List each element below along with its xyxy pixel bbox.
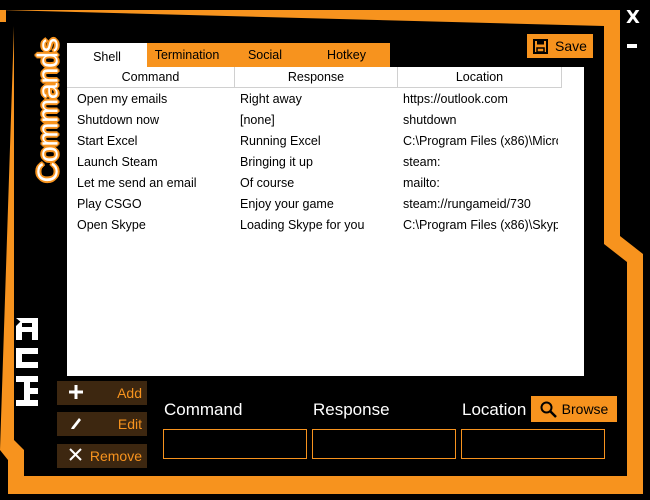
pencil-icon <box>71 418 81 429</box>
table-row[interactable]: Open Skype Loading Skype for you C:\Prog… <box>67 215 584 236</box>
cell-response: [none] <box>240 113 275 127</box>
commands-table: Command Response Location Open my emails… <box>67 67 584 376</box>
cell-response: Loading Skype for you <box>240 218 365 232</box>
browse-button[interactable]: Browse <box>531 396 617 422</box>
plus-icon <box>69 385 83 399</box>
edit-button-label: Edit <box>117 416 142 432</box>
save-button[interactable]: Save <box>526 33 594 59</box>
cell-location: C:\Program Files (x86)\Skype <box>403 218 558 232</box>
column-header-location[interactable]: Location <box>398 67 562 88</box>
search-icon <box>540 401 557 418</box>
tab-bar: Shell Termination Social Hotkey <box>67 43 390 70</box>
cell-response: Right away <box>240 92 302 106</box>
cell-command: Start Excel <box>77 134 138 148</box>
save-button-label: Save <box>555 38 587 54</box>
location-input[interactable] <box>461 429 605 459</box>
close-icon[interactable]: X <box>626 9 640 27</box>
x-icon <box>69 448 82 461</box>
cell-location: C:\Program Files (x86)\Micro <box>403 134 558 148</box>
command-label: Command <box>164 400 243 419</box>
table-row[interactable]: Play CSGO Enjoy your game steam://rungam… <box>67 194 584 215</box>
tab-hotkey[interactable]: Hotkey <box>303 43 390 67</box>
edit-button[interactable]: Edit <box>57 412 147 436</box>
tab-termination[interactable]: Termination <box>147 43 227 67</box>
remove-button[interactable]: Remove <box>57 444 147 468</box>
cell-location: steam: <box>403 155 441 169</box>
cell-response: Running Excel <box>240 134 321 148</box>
table-row[interactable]: Start Excel Running Excel C:\Program Fil… <box>67 131 584 152</box>
cell-response: Bringing it up <box>240 155 313 169</box>
tab-shell[interactable]: Shell <box>67 43 147 70</box>
add-button-label: Add <box>117 385 142 401</box>
cell-location: steam://rungameid/730 <box>403 197 531 211</box>
table-row[interactable]: Let me send an email Of course mailto: <box>67 173 584 194</box>
tab-social[interactable]: Social <box>227 43 303 67</box>
location-label: Location <box>462 400 527 419</box>
brand-logo <box>16 318 38 406</box>
page-title: Commands <box>32 37 65 183</box>
table-row[interactable]: Launch Steam Bringing it up steam: <box>67 152 584 173</box>
cell-location: mailto: <box>403 176 440 190</box>
cell-response: Of course <box>240 176 295 190</box>
cell-response: Enjoy your game <box>240 197 334 211</box>
cell-location: shutdown <box>403 113 457 127</box>
cell-command: Shutdown now <box>77 113 160 127</box>
cell-command: Open Skype <box>77 218 146 232</box>
floppy-disk-icon <box>533 38 549 54</box>
cell-command: Let me send an email <box>77 176 197 190</box>
response-label: Response <box>313 400 390 419</box>
browse-button-label: Browse <box>561 401 609 417</box>
remove-button-label: Remove <box>89 448 142 464</box>
command-input[interactable] <box>163 429 307 459</box>
cell-command: Play CSGO <box>77 197 142 211</box>
cell-location: https://outlook.com <box>403 92 508 106</box>
cell-command: Launch Steam <box>77 155 158 169</box>
column-header-command[interactable]: Command <box>67 67 235 88</box>
cell-command: Open my emails <box>77 92 168 106</box>
response-input[interactable] <box>312 429 456 459</box>
table-row[interactable]: Open my emails Right away https://outloo… <box>67 89 584 110</box>
add-button[interactable]: Add <box>57 381 147 405</box>
column-header-response[interactable]: Response <box>235 67 398 88</box>
table-row[interactable]: Shutdown now [none] shutdown <box>67 110 584 131</box>
minimize-icon[interactable] <box>627 44 637 48</box>
